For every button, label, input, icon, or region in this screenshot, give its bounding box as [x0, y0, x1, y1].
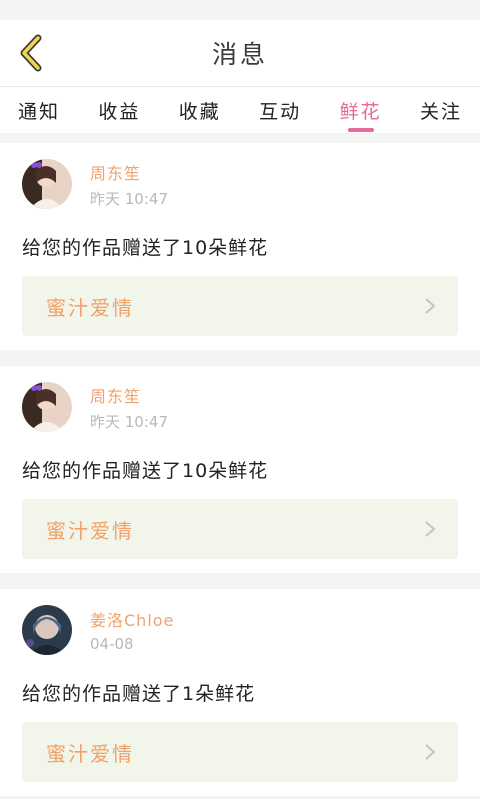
- top-bar: 消息: [0, 20, 480, 87]
- message-meta: 姜洛Chloe 04-08: [90, 607, 174, 653]
- message-header: 周东笙 昨天 10:47: [22, 157, 458, 211]
- avatar[interactable]: [22, 605, 72, 655]
- profile-photo-icon: [22, 382, 72, 432]
- message-header: 姜洛Chloe 04-08: [22, 603, 458, 657]
- chevron-right-icon: [425, 298, 436, 314]
- timestamp: 昨天 10:47: [90, 189, 168, 208]
- timestamp: 04-08: [90, 635, 134, 653]
- message-meta: 周东笙 昨天 10:47: [90, 383, 168, 432]
- work-title: 蜜汁爱情: [46, 518, 134, 543]
- profile-photo-icon: [22, 605, 72, 655]
- work-link[interactable]: 蜜汁爱情: [22, 276, 458, 336]
- tab-interactions[interactable]: 互动: [259, 87, 301, 124]
- page-title: 消息: [211, 40, 268, 69]
- back-button[interactable]: [14, 34, 48, 72]
- sender-name[interactable]: 周东笙: [90, 383, 168, 407]
- chevron-right-icon: [425, 744, 436, 760]
- work-link[interactable]: 蜜汁爱情: [22, 722, 458, 782]
- avatar[interactable]: [22, 382, 72, 432]
- message-card: 姜洛Chloe 04-08 给您的作品赠送了1朵鲜花 蜜汁爱情: [0, 589, 480, 796]
- message-text: 给您的作品赠送了10朵鲜花: [22, 237, 269, 259]
- tab-bar: 通知 收益 收藏 互动 鲜花 关注: [0, 87, 480, 133]
- message-card: 周东笙 昨天 10:47 给您的作品赠送了10朵鲜花 蜜汁爱情: [0, 366, 480, 573]
- timestamp: 昨天 10:47: [90, 412, 168, 431]
- profile-photo-icon: [22, 159, 72, 209]
- chevron-left-icon: [20, 34, 42, 72]
- message-list: 周东笙 昨天 10:47 给您的作品赠送了10朵鲜花 蜜汁爱情 周东笙 昨天 1…: [0, 143, 480, 796]
- message-text: 给您的作品赠送了1朵鲜花: [22, 683, 256, 705]
- tab-following[interactable]: 关注: [420, 87, 462, 124]
- chevron-right-icon: [425, 521, 436, 537]
- tab-favorites[interactable]: 收藏: [179, 87, 221, 124]
- avatar[interactable]: [22, 159, 72, 209]
- tab-notifications[interactable]: 通知: [18, 87, 60, 124]
- work-title: 蜜汁爱情: [46, 295, 134, 320]
- sender-name[interactable]: 周东笙: [90, 160, 168, 184]
- work-link[interactable]: 蜜汁爱情: [22, 499, 458, 559]
- message-header: 周东笙 昨天 10:47: [22, 380, 458, 434]
- tab-flowers[interactable]: 鲜花: [340, 87, 382, 124]
- work-title: 蜜汁爱情: [46, 741, 134, 766]
- status-bar: [0, 0, 480, 20]
- sender-name[interactable]: 姜洛Chloe: [90, 607, 174, 631]
- tab-earnings[interactable]: 收益: [98, 87, 140, 124]
- message-text: 给您的作品赠送了10朵鲜花: [22, 460, 269, 482]
- message-meta: 周东笙 昨天 10:47: [90, 160, 168, 209]
- message-card: 周东笙 昨天 10:47 给您的作品赠送了10朵鲜花 蜜汁爱情: [0, 143, 480, 350]
